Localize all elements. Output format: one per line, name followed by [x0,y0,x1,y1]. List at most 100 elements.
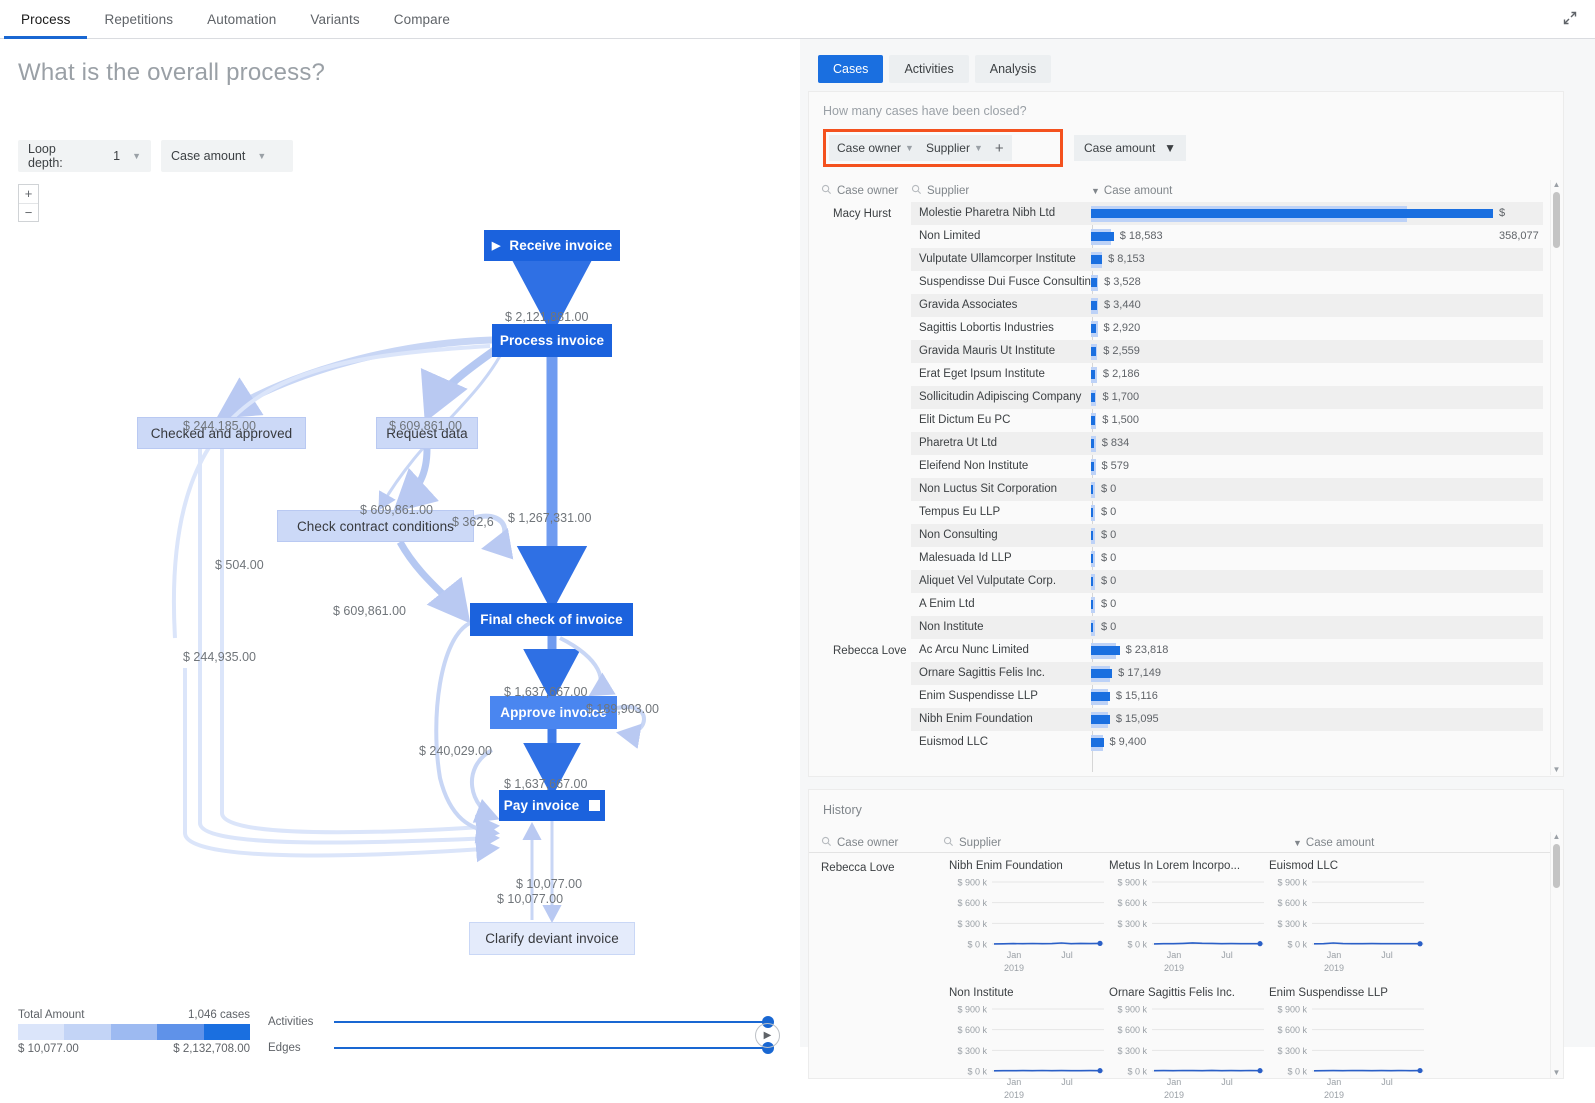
play-icon[interactable]: ▶ [755,1023,780,1048]
bar-value-label: $ 8,153 [1108,248,1145,271]
bar-value-label: $ 23,818 [1126,639,1169,662]
edges-slider[interactable] [334,1047,768,1049]
history-col-case-amount[interactable]: ▼ Case amount [1293,837,1374,849]
tab-variants[interactable]: Variants [293,0,376,39]
process-node-finalchk[interactable]: Final check of invoice [470,603,633,636]
table-row[interactable]: Eleifend Non Institute$ 579 [821,455,1543,478]
scroll-down-icon[interactable]: ▼ [1552,765,1561,775]
process-node-pay[interactable]: Pay invoice [499,790,605,821]
svg-text:$ 0 k: $ 0 k [967,940,987,950]
expand-icon[interactable] [1561,9,1583,31]
cell-case-amount: $ 1,700 [1091,386,1543,409]
tab-repetitions[interactable]: Repetitions [87,0,190,39]
tab-cases[interactable]: Cases [818,55,883,83]
history-col-case-owner[interactable]: Case owner [821,836,943,850]
table-row[interactable]: Gravida Mauris Ut Institute$ 2,559 [821,340,1543,363]
bar-value-label: $ 2,559 [1103,340,1140,363]
sparkline-endpoint [1417,1068,1422,1073]
table-row[interactable]: Gravida Associates$ 3,440 [821,294,1543,317]
process-node-process[interactable]: Process invoice [492,324,612,357]
history-title: History [823,803,862,817]
plus-icon[interactable]: + [995,140,1004,157]
sparkline-title: Metus In Lorem Incorpo... [1109,860,1274,872]
legend-color-scale [18,1024,250,1040]
activities-slider-row: Activities [268,1009,768,1035]
process-node-label: Final check of invoice [480,612,623,627]
sparkline-endpoint [1097,941,1102,946]
table-row[interactable]: Sagittis Lobortis Industries$ 2,920 [821,317,1543,340]
cell-supplier: Non Institute [911,616,1091,639]
cell-case-amount: $ 17,149 [1091,662,1543,685]
table-row[interactable]: Non Institute$ 0 [821,616,1543,639]
table-row[interactable]: Tempus Eu LLP$ 0 [821,501,1543,524]
table-row[interactable]: Non Consulting$ 0 [821,524,1543,547]
process-node-clarify[interactable]: Clarify deviant invoice [469,922,635,955]
cell-supplier: Ornare Sagittis Felis Inc. [911,662,1091,685]
history-scrollbar-thumb[interactable] [1553,844,1560,888]
cell-supplier: Eleifend Non Institute [911,455,1091,478]
cases-scrollbar-thumb[interactable] [1553,192,1560,248]
cases-scrollbar[interactable]: ▲ ▼ [1550,180,1561,775]
tab-analysis[interactable]: Analysis [975,55,1052,83]
measure-select[interactable]: Case amount ▼ [1074,135,1186,161]
history-col-supplier[interactable]: Supplier [943,836,1293,850]
table-row[interactable]: Rebecca LoveAc Arcu Nunc Limited$ 23,818 [821,639,1543,662]
sort-desc-icon: ▼ [1091,186,1100,196]
activities-slider[interactable] [334,1021,768,1023]
svg-text:$ 600 k: $ 600 k [1117,898,1147,908]
table-row[interactable]: Euismod LLC$ 9,400 [821,731,1543,754]
svg-text:$ 0 k: $ 0 k [1127,940,1147,950]
scroll-down-icon[interactable]: ▼ [1552,1068,1561,1078]
svg-text:$ 0 k: $ 0 k [1287,940,1307,950]
table-row[interactable]: Non Luctus Sit Corporation$ 0 [821,478,1543,501]
scroll-up-icon[interactable]: ▲ [1552,180,1561,190]
cell-case-amount: $ 0 [1091,501,1543,524]
table-row[interactable]: Non Limited$ 18,583 [821,225,1543,248]
table-row[interactable]: Vulputate Ullamcorper Institute$ 8,153 [821,248,1543,271]
col-supplier[interactable]: Supplier [911,184,1091,198]
table-row[interactable]: Pharetra Ut Ltd$ 834 [821,432,1543,455]
tab-process[interactable]: Process [4,0,87,39]
chevron-down-icon[interactable]: ▼ [905,143,914,153]
table-row[interactable]: Aliquet Vel Vulputate Corp.$ 0 [821,570,1543,593]
sparkline-title: Nibh Enim Foundation [949,860,1114,872]
table-row[interactable]: Erat Eget Ipsum Institute$ 2,186 [821,363,1543,386]
table-row[interactable]: Nibh Enim Foundation$ 15,095 [821,708,1543,731]
cell-case-amount: $ 579 [1091,455,1543,478]
col-case-owner[interactable]: Case owner [821,184,911,198]
bar-primary [1091,554,1093,563]
svg-text:2019: 2019 [1164,963,1184,973]
table-row[interactable]: Malesuada Id LLP$ 0 [821,547,1543,570]
tab-compare[interactable]: Compare [377,0,467,39]
table-row[interactable]: Macy HurstMolestie Pharetra Nibh Ltd$ 35… [821,202,1543,225]
cell-supplier: Euismod LLC [911,731,1091,754]
svg-text:$ 900 k: $ 900 k [1117,878,1147,888]
tab-automation[interactable]: Automation [190,0,293,39]
table-row[interactable]: Enim Suspendisse LLP$ 15,116 [821,685,1543,708]
process-node-receive[interactable]: ▶Receive invoice [484,230,620,261]
cell-case-amount: $ 15,116 [1091,685,1543,708]
svg-text:$ 300 k: $ 300 k [957,1046,987,1056]
table-row[interactable]: Elit Dictum Eu PC$ 1,500 [821,409,1543,432]
table-row[interactable]: Ornare Sagittis Felis Inc.$ 17,149 [821,662,1543,685]
tab-activities[interactable]: Activities [889,55,968,83]
filter-case-owner[interactable]: Case owner [837,141,901,155]
filter-supplier[interactable]: Supplier [926,141,970,155]
svg-text:$ 300 k: $ 300 k [1277,1046,1307,1056]
col-case-amount[interactable]: ▼ Case amount [1091,185,1172,197]
sparkline-title: Non Institute [949,987,1114,999]
cases-table: Macy HurstMolestie Pharetra Nibh Ltd$ 35… [821,202,1543,772]
cell-case-amount: $ 0 [1091,547,1543,570]
table-row[interactable]: A Enim Ltd$ 0 [821,593,1543,616]
chevron-down-icon[interactable]: ▼ [974,143,983,153]
history-scrollbar[interactable]: ▲ ▼ [1550,832,1561,1078]
table-row[interactable]: Sollicitudin Adipiscing Company$ 1,700 [821,386,1543,409]
table-row[interactable]: Suspendisse Dui Fusce Consulting$ 3,528 [821,271,1543,294]
insight-tabs: Cases Activities Analysis [818,55,1585,83]
svg-text:2019: 2019 [1004,963,1024,973]
chevron-down-icon: ▼ [1164,141,1176,155]
cell-case-amount: $ 0 [1091,616,1543,639]
bar-primary [1091,692,1110,701]
scroll-up-icon[interactable]: ▲ [1552,832,1561,842]
svg-text:$ 900 k: $ 900 k [957,878,987,888]
